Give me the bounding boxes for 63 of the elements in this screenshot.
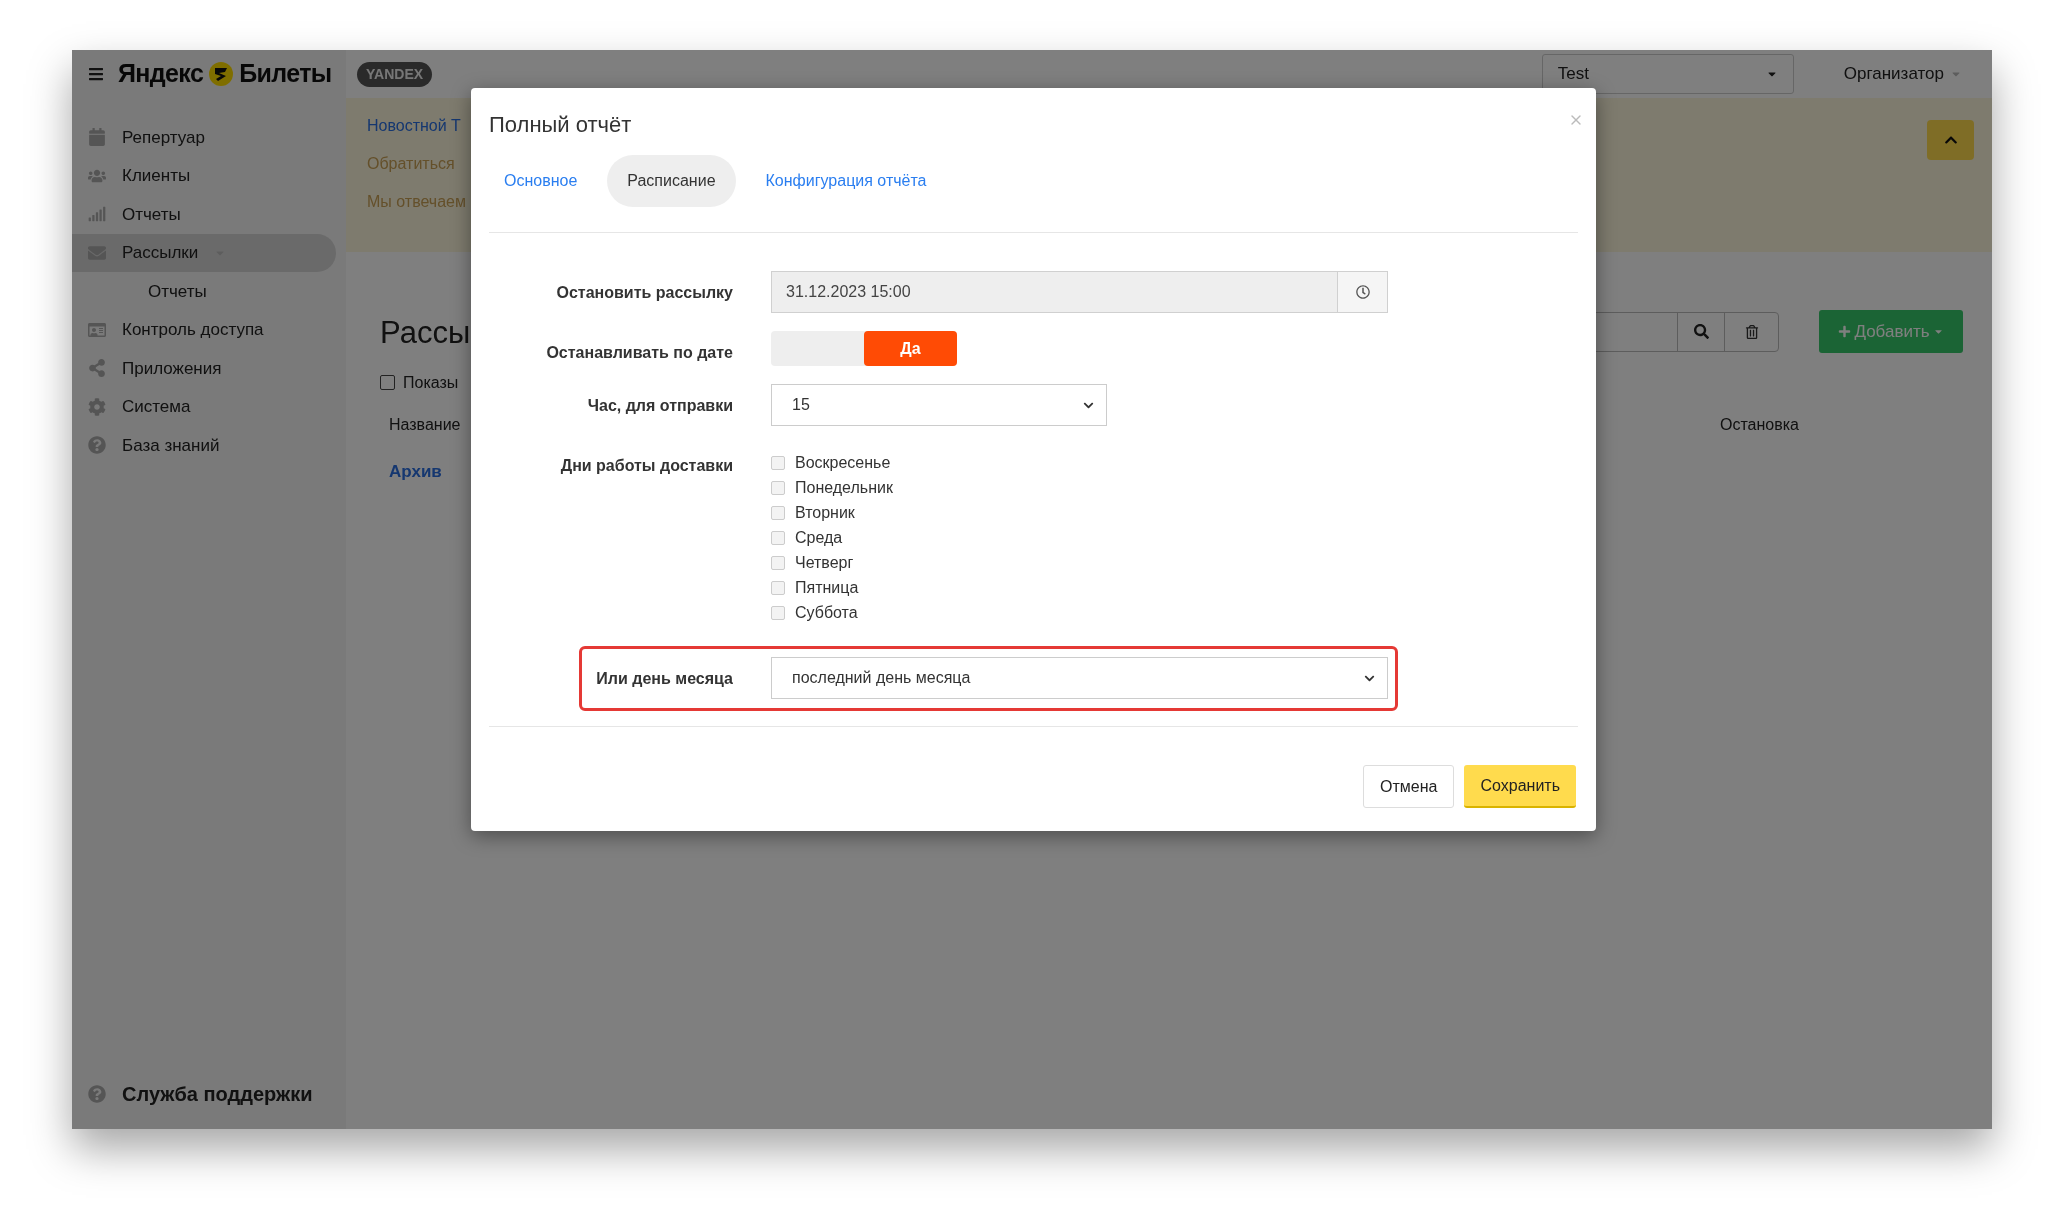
checkbox-label: Суббота <box>795 602 858 623</box>
toggle-option: Да <box>864 331 957 366</box>
notice-text: Обратиться <box>367 154 456 174</box>
table-link[interactable]: Архив <box>389 461 442 481</box>
notice-text: Мы отвечаем <box>367 192 466 212</box>
checkbox-label: Показы <box>403 372 459 393</box>
sidebar-item[interactable]: База знаний <box>72 426 336 465</box>
save-button[interactable]: Сохранить <box>1464 765 1576 808</box>
sidebar-item[interactable]: Клиенты <box>72 156 336 195</box>
select-value: последний день месяца <box>792 668 971 688</box>
calendar-icon <box>88 128 106 147</box>
role-menu[interactable]: Организатор <box>1843 61 1962 87</box>
column-header: Название <box>389 414 461 435</box>
field-label: Час, для отправки <box>587 396 733 416</box>
sidebar-item[interactable]: Отчеты <box>72 195 336 234</box>
share-icon <box>88 359 106 378</box>
settings-icon <box>88 397 106 416</box>
field-label: Остановить рассылку <box>556 283 733 303</box>
id-card-icon <box>88 320 106 339</box>
dialog-tab[interactable]: Конфигурация отчёта <box>755 155 937 207</box>
help-icon <box>88 436 106 455</box>
logo-text: Яндекс <box>118 58 204 90</box>
sidebar-item[interactable]: Рассылки <box>72 233 336 272</box>
clock-icon <box>1355 285 1370 299</box>
trash-icon <box>1744 324 1759 339</box>
checkbox-label: Воскресенье <box>795 452 891 473</box>
page-title: Рассы <box>380 314 471 352</box>
sidebar-item[interactable]: Приложения <box>72 349 336 388</box>
checkbox-label: Пятница <box>795 577 859 598</box>
cancel-button[interactable]: Отмена <box>1363 765 1455 808</box>
checkbox-label: Среда <box>795 527 843 548</box>
plus-icon <box>1838 325 1852 338</box>
news-link[interactable]: Новостной Т <box>367 114 466 138</box>
dialog-tab[interactable]: Основное <box>494 155 588 207</box>
column-header: Остановка <box>1720 414 1799 435</box>
support-link[interactable]: Служба поддержки <box>122 1079 313 1109</box>
logo-icon <box>209 62 234 86</box>
collapse-button[interactable] <box>1927 120 1974 160</box>
search-icon <box>1693 324 1709 339</box>
checkbox-label: Вторник <box>795 502 855 523</box>
toggle-switch[interactable]: Да <box>771 331 957 366</box>
sidebar-item[interactable]: Контроль доступа <box>72 310 336 349</box>
checkbox[interactable] <box>380 375 395 390</box>
help-icon <box>88 1085 106 1103</box>
dialog-title: Полный отчёт <box>489 111 632 139</box>
dialog-tab[interactable]: Расписание <box>607 155 736 207</box>
field-label: Дни работы доставки <box>560 456 733 476</box>
checkbox-label: Четверг <box>795 552 854 573</box>
select-value: 15 <box>792 395 810 415</box>
clock-button[interactable] <box>1338 271 1388 313</box>
dropdown-select[interactable]: последний день месяца <box>771 657 1388 699</box>
date-time-field[interactable]: 31.12.2023 15:00 <box>771 271 1338 313</box>
sidebar-item[interactable]: Система <box>72 387 336 426</box>
logo-text: Билеты <box>239 58 332 90</box>
account-badge: YANDEX <box>357 61 433 87</box>
bar-chart-icon <box>88 205 106 224</box>
sidebar-subitem[interactable]: Отчеты <box>72 272 336 311</box>
dropdown-select[interactable]: 15 <box>771 384 1107 426</box>
sidebar-item[interactable]: Репертуар <box>72 118 336 157</box>
field-label: Или день месяца <box>596 669 733 689</box>
checkbox-label: Понедельник <box>795 477 893 498</box>
field-label: Останавливать по дате <box>546 343 733 363</box>
menu-icon[interactable] <box>88 66 104 82</box>
